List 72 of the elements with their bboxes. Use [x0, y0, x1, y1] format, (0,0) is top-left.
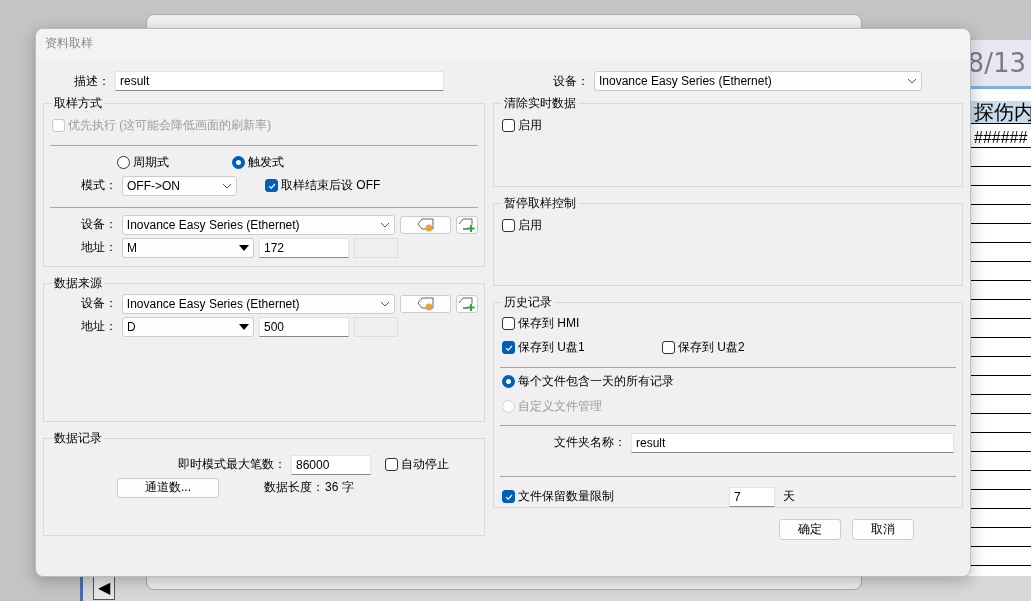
field-label: 文件夹名称：: [553, 434, 626, 451]
data-length-value: 36 字: [325, 479, 354, 496]
field-label: 描述：: [73, 72, 110, 90]
radio-button[interactable]: [502, 375, 515, 388]
checkbox-label: 启用: [518, 217, 542, 234]
field-label: 设备：: [552, 72, 589, 90]
checkbox-label: 保存到 U盘2: [678, 339, 745, 356]
checkbox[interactable]: [265, 179, 278, 192]
device-dropdown[interactable]: Inovance Easy Series (Ethernet): [121, 214, 396, 235]
radio-button[interactable]: [232, 155, 245, 169]
radio-label: 自定义文件管理: [518, 398, 602, 415]
radio-button[interactable]: [117, 155, 130, 169]
previous-button[interactable]: ◀: [93, 576, 115, 600]
checkbox-label: 优先执行 (这可能会降低画面的刷新率): [68, 117, 272, 134]
address-field[interactable]: 500: [259, 316, 349, 337]
caret-icon: [239, 323, 249, 330]
chevron-down-icon: [222, 182, 232, 189]
checkbox-label: 文件保留数量限制: [518, 488, 614, 505]
checkbox[interactable]: [502, 119, 515, 132]
group-title: 数据记录: [53, 430, 103, 447]
device-dropdown[interactable]: Inovance Easy Series (Ethernet): [121, 293, 396, 314]
window-title: 资料取样: [36, 29, 970, 59]
address-type-dropdown[interactable]: M: [122, 237, 254, 258]
field-label: 地址：: [80, 239, 117, 256]
channels-button[interactable]: 通道数...: [117, 477, 219, 498]
field-label: 设备：: [79, 295, 117, 312]
date-text: 8/13: [967, 48, 1026, 78]
checkbox[interactable]: [502, 219, 515, 232]
checkbox-label: 保存到 U盘1: [518, 339, 585, 356]
chevron-down-icon: [380, 300, 391, 307]
tag-plus-icon: [458, 296, 476, 311]
group-title: 清除实时数据: [503, 95, 577, 112]
radio-label: 触发式: [248, 153, 284, 171]
retention-field[interactable]: 7: [729, 486, 775, 507]
dialog-button[interactable]: 确定: [779, 519, 841, 540]
group-title: 暂停取样控制: [503, 195, 577, 212]
mode-dropdown[interactable]: OFF->ON: [122, 175, 237, 196]
checkbox-label: 保存到 HMI: [518, 315, 580, 332]
field-label: 设备：: [79, 216, 117, 233]
folder-name-field[interactable]: result: [631, 432, 954, 453]
add-tag-button[interactable]: [456, 215, 478, 234]
address-field[interactable]: 172: [259, 237, 349, 258]
checkbox[interactable]: [502, 490, 515, 503]
tag-plus-icon: [458, 217, 476, 232]
field-label: 地址：: [80, 318, 117, 335]
field-label: 模式：: [80, 177, 117, 194]
checkbox[interactable]: [662, 341, 675, 354]
checkbox[interactable]: [385, 458, 398, 471]
group-title: 取样方式: [53, 95, 103, 112]
radio-label: 周期式: [133, 153, 169, 171]
group-title: 数据来源: [53, 275, 103, 292]
checkbox-label: 自动停止: [401, 456, 449, 473]
chevron-down-icon: [907, 78, 917, 84]
checkbox-label: 取样结束后设 OFF: [281, 177, 381, 194]
address-type-dropdown[interactable]: D: [122, 316, 254, 337]
description-field[interactable]: result: [115, 71, 444, 91]
unit-label: 天: [783, 488, 795, 505]
tag-icon: [416, 217, 435, 232]
group-title: 历史记录: [503, 294, 553, 311]
checkbox-label: 启用: [518, 117, 542, 134]
dialog-button[interactable]: 取消: [852, 519, 914, 540]
chevron-down-icon: [380, 221, 391, 228]
checkbox[interactable]: [502, 341, 515, 354]
data-length-label: 数据长度：: [264, 479, 324, 496]
radio-label: 每个文件包含一天的所有记录: [518, 373, 674, 390]
device-dropdown[interactable]: Inovance Easy Series (Ethernet): [594, 71, 922, 91]
add-tag-button[interactable]: [456, 294, 478, 313]
checkbox[interactable]: [502, 317, 515, 330]
caret-icon: [239, 244, 249, 251]
tag-icon: [416, 296, 435, 311]
field-label: 即时模式最大笔数：: [178, 456, 286, 473]
max-records-field[interactable]: 86000: [291, 454, 371, 475]
